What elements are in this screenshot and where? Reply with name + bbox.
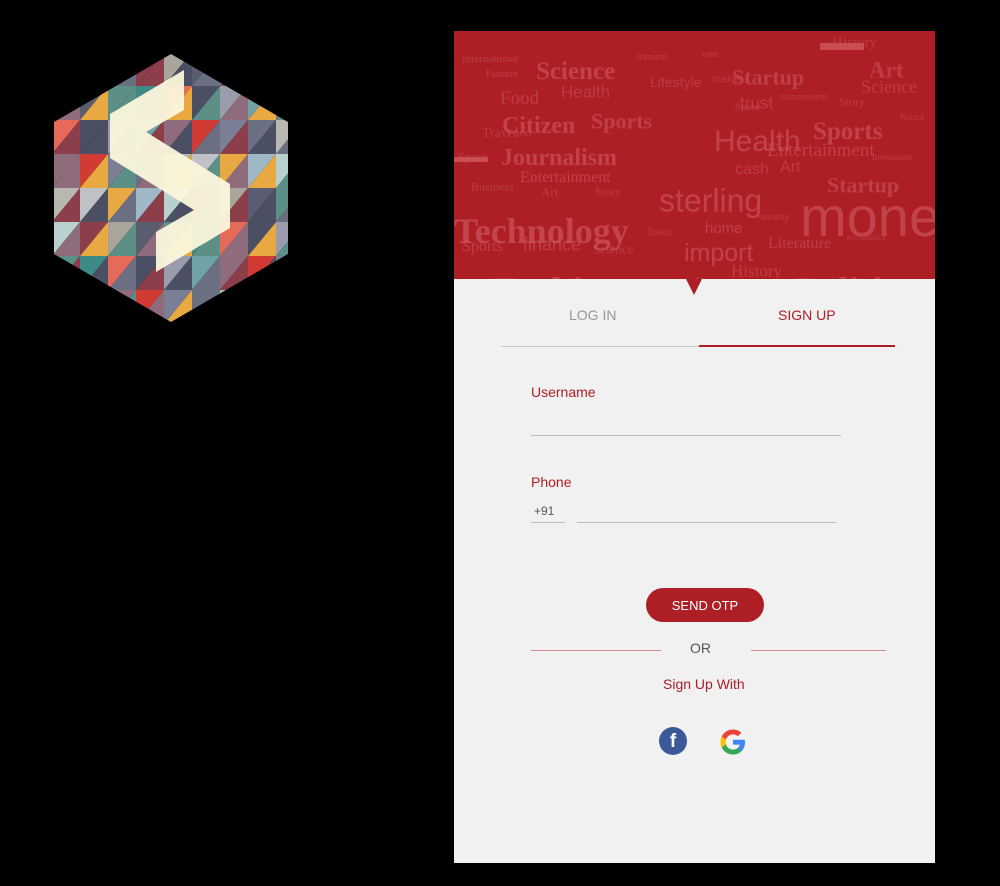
logo-tile: [248, 290, 276, 322]
cloud-word: Science: [536, 58, 615, 85]
cloud-word: Science: [861, 76, 917, 96]
word-cloud: History Science Art International Interest ra…: [454, 35, 935, 279]
cloud-word: Space: [458, 150, 487, 164]
logo-tile: [276, 290, 288, 322]
app-logo: [54, 54, 288, 322]
or-divider-right: [751, 650, 886, 651]
cloud-word: Art: [780, 159, 801, 176]
tab-login[interactable]: LOG IN: [569, 307, 616, 323]
logo-tile: [54, 54, 80, 86]
or-divider-left: [531, 650, 661, 651]
country-code-underline: [531, 522, 565, 523]
google-icon[interactable]: [718, 727, 748, 757]
logo-tile: [276, 54, 288, 86]
logo-tile: [248, 54, 276, 86]
logo-tile: [248, 54, 276, 86]
word-cloud-banner: History Science Art International Interest ra…: [454, 31, 935, 279]
cloud-word: sterling: [659, 183, 762, 219]
logo-tile: [248, 290, 276, 322]
logo-tile: [80, 54, 108, 86]
cloud-word: Space: [647, 227, 673, 237]
cloud-word: Literature: [768, 235, 831, 252]
cloud-word: Food: [507, 126, 532, 140]
logo-tile: [54, 86, 80, 120]
logo-tile: [276, 290, 288, 322]
cloud-word: economics: [847, 232, 886, 242]
tab-underline-login: [501, 346, 699, 347]
username-field[interactable]: [531, 411, 841, 436]
logo-tile: [54, 54, 80, 86]
banner-pointer: [686, 279, 702, 295]
logo-tile: [276, 54, 288, 86]
cloud-word: Entertainment: [767, 140, 875, 161]
logo-tile: [276, 86, 288, 120]
logo-tile: [248, 256, 276, 290]
cloud-word: home: [705, 220, 743, 237]
cloud-word: credit: [657, 274, 711, 279]
or-separator: OR: [690, 640, 711, 656]
cloud-word: History: [832, 35, 878, 51]
send-otp-button[interactable]: SEND OTP: [646, 588, 764, 622]
logo-tile: [276, 86, 288, 120]
cloud-word: Entertainment: [520, 169, 611, 186]
tab-signup[interactable]: SIGN UP: [778, 307, 836, 323]
cloud-word: Fashion: [486, 69, 518, 80]
logo-tile: [276, 256, 288, 290]
cloud-word: Science: [593, 241, 634, 256]
logo-tile: [80, 290, 108, 322]
cloud-word: security: [758, 212, 790, 222]
signup-with-label: Sign Up With: [663, 676, 745, 692]
logo-tile: [80, 290, 108, 322]
cloud-word: Lifestyle: [650, 74, 702, 90]
cloud-word: Health: [561, 83, 610, 102]
cloud-word: Interest: [637, 52, 668, 62]
logo-tile: [220, 54, 248, 86]
logo-tile: [54, 290, 80, 322]
cloud-word: Sports: [591, 109, 653, 134]
cloud-word: Investment: [872, 152, 912, 162]
logo-tile: [220, 290, 248, 322]
username-label: Username: [531, 384, 596, 400]
cloud-word: Nature: [900, 112, 925, 122]
auth-card: History Science Art International Interest ra…: [454, 31, 935, 863]
cloud-word: Story: [595, 185, 621, 199]
cloud-word: Sports: [462, 238, 503, 255]
tab-underline-signup-active: [699, 345, 895, 347]
logo-tile: [220, 54, 248, 86]
cloud-word: cash: [735, 161, 769, 178]
logo-tile: [80, 54, 108, 86]
cloud-word: Fashion: [494, 270, 623, 279]
logo-tile: [220, 290, 248, 322]
logo-tile: [54, 290, 80, 322]
cloud-word: Art: [541, 184, 559, 199]
facebook-icon[interactable]: f: [659, 727, 687, 755]
phone-field[interactable]: [577, 499, 836, 523]
cloud-word: finance: [523, 234, 581, 254]
cloud-word: Politics: [796, 270, 914, 279]
logo-tile: [108, 54, 136, 86]
logo-tile: [276, 256, 288, 290]
country-code[interactable]: +91: [534, 504, 554, 518]
cloud-word: Space: [735, 102, 761, 112]
cloud-word: Business: [471, 180, 514, 194]
logo-tile: [108, 290, 136, 322]
cloud-word: rate: [702, 49, 718, 59]
cloud-word: History: [731, 262, 783, 279]
logo-tile: [54, 256, 80, 290]
cloud-word: business: [713, 74, 749, 84]
phone-label: Phone: [531, 474, 572, 490]
cloud-word: Story: [839, 95, 865, 109]
cloud-word: International: [462, 53, 518, 65]
cloud-word: Journalism: [501, 145, 617, 171]
cloud-word: Food: [500, 88, 540, 109]
cloud-word: management: [780, 92, 827, 101]
